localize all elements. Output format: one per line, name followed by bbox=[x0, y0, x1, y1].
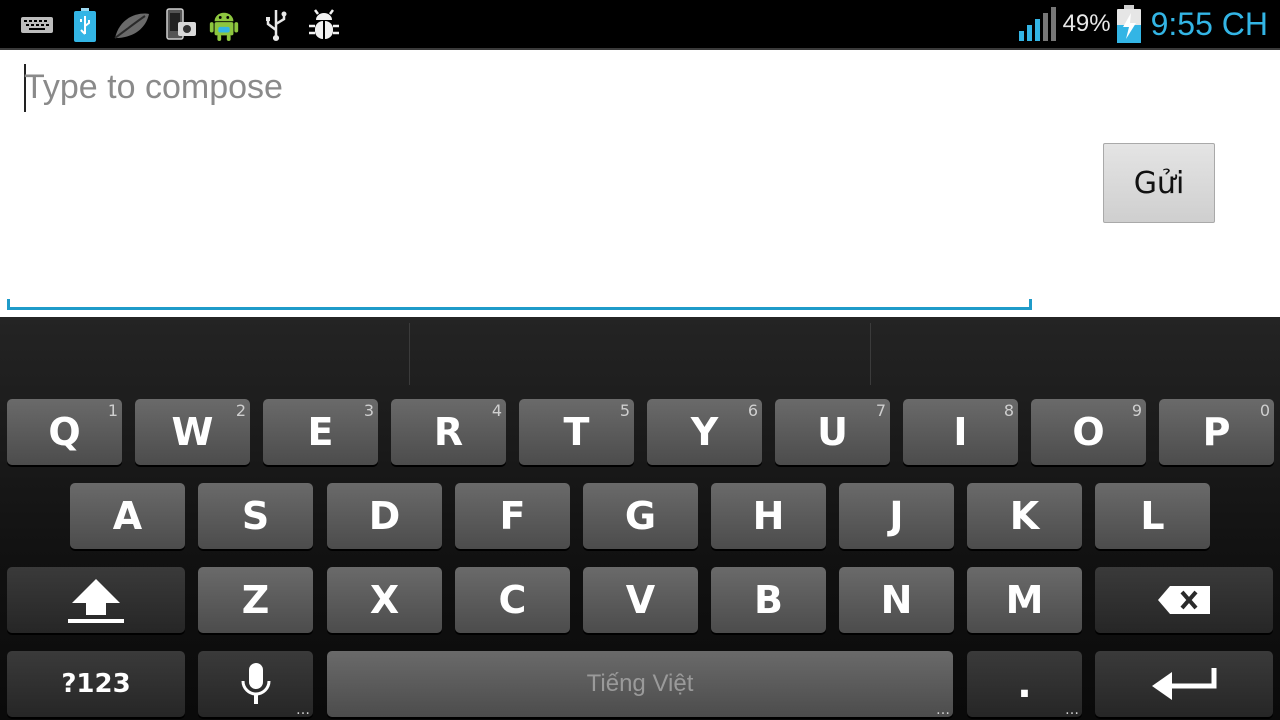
key-g[interactable]: G bbox=[583, 483, 698, 549]
key-p[interactable]: P0 bbox=[1159, 399, 1274, 465]
clock: 9:55 CH bbox=[1150, 5, 1268, 42]
key-a[interactable]: A bbox=[70, 483, 185, 549]
symbols-label: ?123 bbox=[61, 669, 131, 699]
key-x[interactable]: X bbox=[327, 567, 442, 633]
key-label: Y bbox=[690, 410, 719, 454]
send-button[interactable]: Gửi bbox=[1103, 143, 1215, 223]
signal-icon bbox=[1018, 7, 1056, 41]
key-l[interactable]: L bbox=[1095, 483, 1210, 549]
key-f[interactable]: F bbox=[455, 483, 570, 549]
android-icon bbox=[209, 12, 239, 42]
key-c[interactable]: C bbox=[455, 567, 570, 633]
suggestion-divider bbox=[870, 323, 871, 385]
key-i[interactable]: I8 bbox=[903, 399, 1018, 465]
enter-arrow-icon bbox=[1152, 668, 1217, 700]
key-q[interactable]: Q1 bbox=[7, 399, 122, 465]
key-hint: 2 bbox=[235, 401, 246, 420]
space-key[interactable]: Tiếng Việt … bbox=[327, 651, 953, 717]
usb-battery-icon bbox=[74, 8, 96, 42]
microphone-icon bbox=[241, 663, 270, 704]
key-u[interactable]: U7 bbox=[775, 399, 890, 465]
key-label: P bbox=[1202, 410, 1231, 454]
key-y[interactable]: Y6 bbox=[647, 399, 762, 465]
key-b[interactable]: B bbox=[711, 567, 826, 633]
shift-key[interactable] bbox=[7, 567, 185, 633]
key-label: R bbox=[433, 410, 464, 454]
period-key[interactable]: . … bbox=[967, 651, 1082, 717]
key-r[interactable]: R4 bbox=[391, 399, 506, 465]
key-hint: 8 bbox=[1003, 401, 1014, 420]
key-label: O bbox=[1072, 410, 1105, 454]
suggestion-divider bbox=[409, 323, 410, 385]
usb-icon bbox=[266, 10, 287, 41]
key-hint: 7 bbox=[875, 401, 886, 420]
backspace-icon bbox=[1158, 586, 1210, 614]
key-o[interactable]: O9 bbox=[1031, 399, 1146, 465]
key-label: I bbox=[953, 410, 968, 454]
enter-key[interactable] bbox=[1095, 651, 1273, 717]
key-hint: 1 bbox=[107, 401, 118, 420]
keyboard-icon bbox=[21, 17, 53, 33]
key-hint: 9 bbox=[1131, 401, 1142, 420]
status-bar: 49% 9:55 CH bbox=[0, 0, 1280, 50]
suggestion-strip[interactable] bbox=[0, 317, 1280, 387]
key-hint: 3 bbox=[363, 401, 374, 420]
key-v[interactable]: V bbox=[583, 567, 698, 633]
key-label: U bbox=[817, 410, 848, 454]
key-label: E bbox=[307, 410, 334, 454]
more-dots: … bbox=[296, 702, 310, 718]
status-right: 49% 9:55 CH bbox=[1017, 0, 1268, 48]
compose-area: Type to compose Gửi bbox=[0, 50, 1280, 317]
shift-arrow-icon bbox=[68, 579, 124, 623]
leaf-icon bbox=[114, 13, 149, 39]
key-d[interactable]: D bbox=[327, 483, 442, 549]
key-j[interactable]: J bbox=[839, 483, 954, 549]
key-label: Q bbox=[48, 410, 81, 454]
symbols-key[interactable]: ?123 bbox=[7, 651, 185, 717]
phone-camera-icon bbox=[166, 8, 196, 40]
key-label: T bbox=[563, 410, 590, 454]
compose-input[interactable]: Type to compose bbox=[7, 50, 1032, 310]
key-t[interactable]: T5 bbox=[519, 399, 634, 465]
key-s[interactable]: S bbox=[198, 483, 313, 549]
key-n[interactable]: N bbox=[839, 567, 954, 633]
battery-charging-icon bbox=[1116, 5, 1141, 43]
more-dots: … bbox=[936, 702, 950, 718]
key-z[interactable]: Z bbox=[198, 567, 313, 633]
key-label: W bbox=[171, 410, 214, 454]
battery-percent: 49% bbox=[1062, 10, 1111, 37]
space-label: Tiếng Việt bbox=[586, 670, 694, 697]
key-e[interactable]: E3 bbox=[263, 399, 378, 465]
key-k[interactable]: K bbox=[967, 483, 1082, 549]
key-hint: 0 bbox=[1259, 401, 1270, 420]
debug-bug-icon bbox=[309, 9, 339, 39]
soft-keyboard: Q1 W2 E3 R4 T5 Y6 U7 I8 O9 P0 A S D F G … bbox=[0, 317, 1280, 720]
key-h[interactable]: H bbox=[711, 483, 826, 549]
key-m[interactable]: M bbox=[967, 567, 1082, 633]
mic-key[interactable]: … bbox=[198, 651, 313, 717]
key-w[interactable]: W2 bbox=[135, 399, 250, 465]
period-label: . bbox=[1017, 662, 1032, 706]
more-dots: … bbox=[1065, 702, 1079, 718]
backspace-key[interactable] bbox=[1095, 567, 1273, 633]
key-hint: 4 bbox=[491, 401, 502, 420]
key-hint: 5 bbox=[619, 401, 630, 420]
compose-placeholder: Type to compose bbox=[24, 68, 283, 106]
key-hint: 6 bbox=[747, 401, 758, 420]
